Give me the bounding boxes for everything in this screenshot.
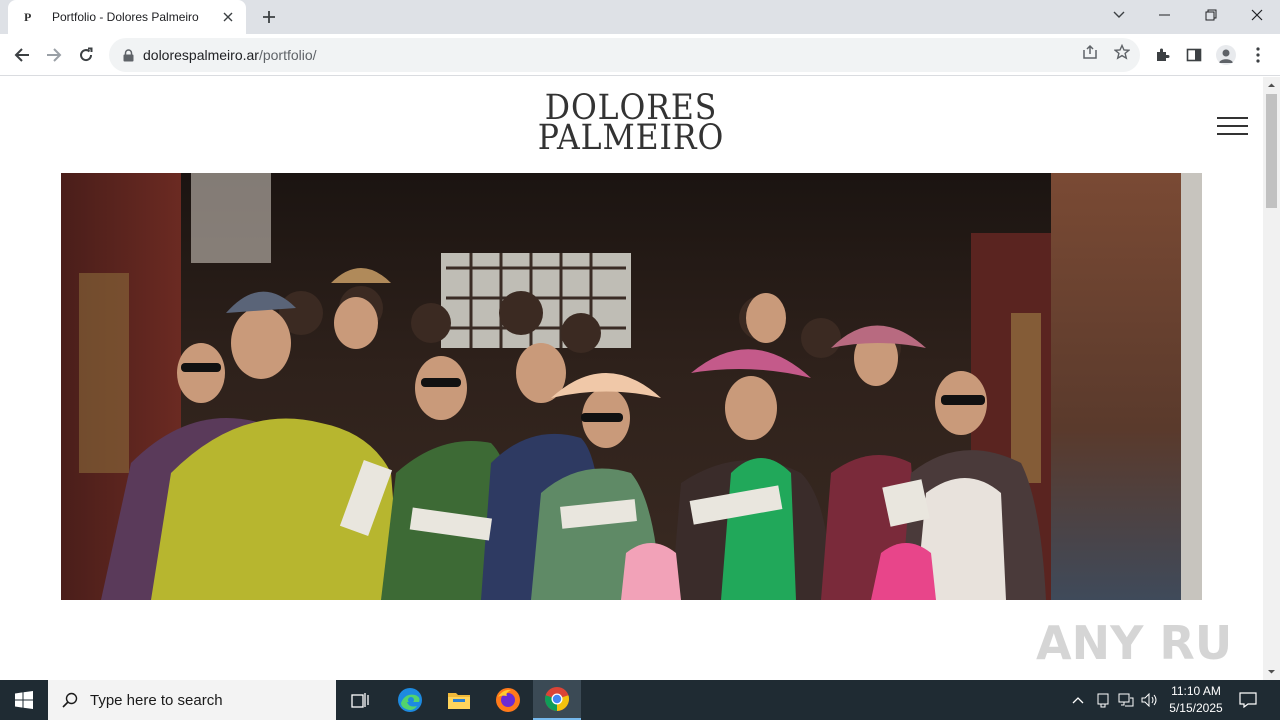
tab-search-icon[interactable] — [1096, 0, 1142, 30]
network-icon[interactable] — [1116, 690, 1136, 710]
share-icon[interactable] — [1080, 42, 1100, 62]
scroll-up-arrow-icon — [1268, 83, 1275, 87]
clock-date: 5/15/2025 — [1169, 701, 1223, 715]
windows-start-icon[interactable] — [0, 680, 48, 720]
url-host: dolorespalmeiro.ar — [143, 47, 259, 63]
hero-photo — [61, 173, 1202, 600]
logo-line-2: PALMEIRO — [537, 118, 725, 158]
volume-icon[interactable] — [1140, 690, 1160, 710]
system-clock[interactable]: 11:10 AM 5/15/2025 — [1160, 683, 1232, 717]
restore-icon[interactable] — [1188, 0, 1234, 30]
show-hidden-icons-chevron-icon[interactable] — [1068, 690, 1088, 710]
new-tab-button[interactable] — [258, 7, 280, 27]
back-arrow-icon[interactable] — [9, 42, 35, 68]
forward-arrow-icon[interactable] — [41, 42, 67, 68]
watermark-logo: ANY RUN — [1036, 607, 1271, 677]
edge-icon[interactable] — [386, 680, 434, 720]
scroll-down-arrow-icon — [1268, 670, 1275, 674]
close-window-icon[interactable] — [1234, 0, 1280, 30]
notification-center-icon[interactable] — [1238, 690, 1258, 710]
site-logo[interactable]: DOLORES PALMEIRO — [0, 91, 1262, 158]
firefox-icon[interactable] — [484, 680, 532, 720]
device-icon[interactable] — [1093, 690, 1113, 710]
chrome-icon[interactable] — [533, 680, 581, 720]
tab-favicon: P — [24, 9, 32, 24]
file-explorer-icon[interactable] — [435, 680, 483, 720]
bookmark-star-icon[interactable] — [1112, 42, 1132, 62]
browser-menu-icon[interactable] — [1247, 44, 1269, 66]
watermark-text: ANY RUN — [1036, 616, 1236, 670]
tab-title: Portfolio - Dolores Palmeiro — [52, 10, 199, 24]
search-icon — [62, 692, 78, 708]
hamburger-menu-icon[interactable] — [1217, 117, 1248, 135]
scrollbar-thumb[interactable] — [1266, 94, 1277, 208]
reload-icon[interactable] — [73, 42, 99, 68]
lock-icon[interactable] — [121, 48, 135, 62]
minimize-icon[interactable] — [1142, 0, 1188, 30]
task-view-icon[interactable] — [336, 680, 384, 720]
profile-avatar-icon[interactable] — [1215, 44, 1237, 66]
taskbar-search-box[interactable]: Type here to search — [48, 680, 336, 720]
address-bar[interactable]: dolorespalmeiro.ar/portfolio/ — [109, 38, 1140, 72]
search-placeholder: Type here to search — [90, 691, 223, 709]
extensions-icon[interactable] — [1151, 44, 1173, 66]
tab-strip: P Portfolio - Dolores Palmeiro — [0, 0, 1280, 34]
clock-time: 11:10 AM — [1171, 684, 1221, 698]
page-scrollbar[interactable] — [1263, 77, 1280, 680]
page-viewport: DOLORES PALMEIRO ANY RU — [0, 77, 1280, 680]
url-path: /portfolio/ — [258, 47, 317, 63]
tab-portfolio[interactable]: P Portfolio - Dolores Palmeiro — [8, 0, 246, 34]
side-panel-icon[interactable] — [1183, 44, 1205, 66]
tab-close-icon[interactable] — [220, 9, 236, 25]
windows-taskbar: Type here to search 11:10 AM 5/15/2025 — [0, 680, 1280, 720]
browser-toolbar: dolorespalmeiro.ar/portfolio/ — [0, 34, 1280, 76]
